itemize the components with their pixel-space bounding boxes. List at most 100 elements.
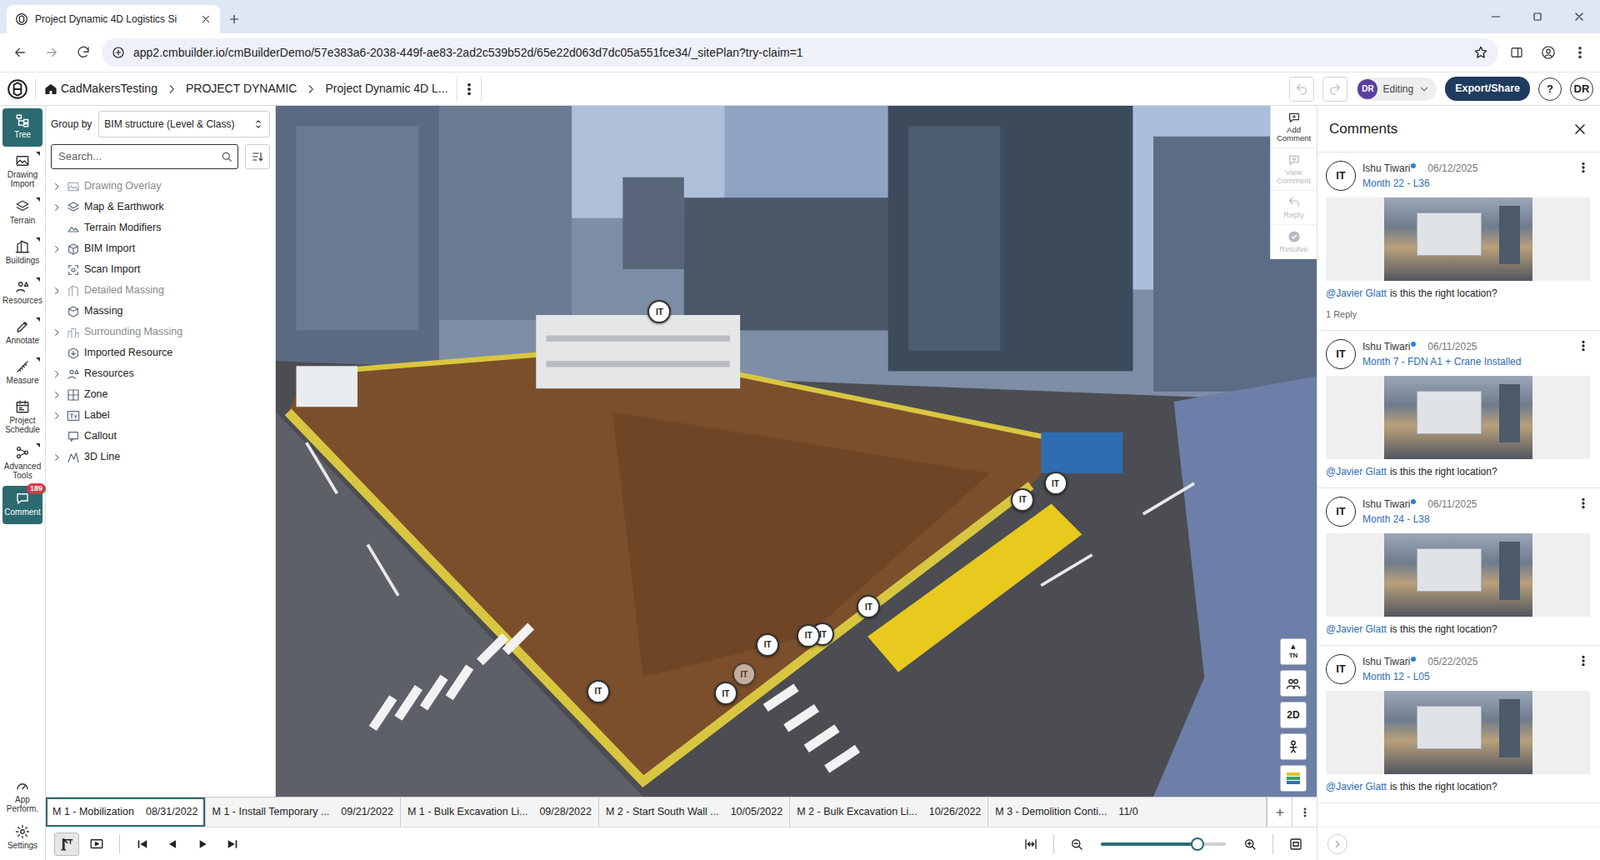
timeline-item[interactable]: M 1 - Mobilization08/31/2022 — [45, 797, 206, 827]
bookmark-star-icon[interactable] — [1473, 45, 1489, 60]
comment-tool-button[interactable]: Add Comment — [1270, 105, 1317, 149]
expand-chevron-icon[interactable] — [50, 452, 63, 463]
expand-chevron-icon[interactable] — [50, 202, 63, 213]
tree-item[interactable]: 3D Line — [50, 446, 270, 468]
tree-item[interactable]: Scan Import — [50, 259, 270, 280]
project-menu-button[interactable] — [456, 76, 482, 102]
view-toggle-button[interactable] — [84, 832, 110, 856]
mention[interactable]: @Javier Glatt — [1325, 465, 1387, 478]
tree-item[interactable]: Massing — [50, 300, 270, 322]
tree-item[interactable]: Drawing Overlay — [50, 175, 270, 197]
comment-pin[interactable]: IT — [856, 595, 880, 619]
comment-tool-button[interactable]: View Comment — [1270, 148, 1317, 191]
zoom-slider[interactable] — [1100, 842, 1226, 846]
maximize-button[interactable] — [1516, 0, 1559, 34]
tree-item[interactable]: Zone — [50, 384, 270, 405]
address-bar[interactable]: app2.cmbuilder.io/cmBuilderDemo/57e383a6… — [101, 38, 1499, 67]
browser-tab[interactable]: Project Dynamic 4D Logistics Si — [6, 5, 220, 34]
close-tab-icon[interactable] — [200, 13, 212, 25]
rail-button[interactable]: Project Schedule — [2, 394, 43, 439]
rail-button[interactable]: Buildings — [2, 234, 43, 273]
rail-button[interactable]: Comment189 — [2, 485, 43, 525]
app-logo[interactable] — [6, 78, 36, 100]
mention[interactable]: @Javier Glatt — [1325, 780, 1387, 793]
reload-button[interactable] — [70, 39, 97, 66]
3d-viewport[interactable]: ITITITITITITITITITITAdd CommentView Comm… — [275, 105, 1317, 797]
search-input[interactable] — [50, 144, 239, 170]
close-comments-button[interactable] — [1571, 120, 1589, 138]
sort-button[interactable] — [245, 144, 270, 170]
expand-chevron-icon[interactable] — [50, 244, 63, 255]
timeline-menu-button[interactable] — [1291, 797, 1317, 827]
tree-item[interactable]: Detailed Massing — [50, 280, 270, 301]
tree-item[interactable]: Surrounding Massing — [50, 321, 270, 343]
group-by-select[interactable]: BIM structure (Level & Class) — [98, 110, 270, 138]
comment-tool-button[interactable]: Reply — [1270, 190, 1317, 225]
rail-button[interactable]: Drawing Import — [2, 148, 43, 193]
expand-chevron-icon[interactable] — [50, 410, 63, 421]
timeline-item[interactable]: M 2 - Bulk Excavation Li...10/26/2022 — [790, 797, 989, 827]
profile-button[interactable] — [1535, 39, 1562, 66]
help-button[interactable]: ? — [1538, 77, 1562, 101]
tree-item[interactable]: Resources — [50, 363, 270, 385]
comment-pin[interactable]: IT — [796, 624, 820, 648]
comment-snapshot[interactable] — [1325, 197, 1590, 281]
minimize-button[interactable] — [1475, 0, 1517, 34]
timeline-item[interactable]: M 1 - Bulk Excavation Li...09/28/2022 — [400, 797, 600, 827]
rail-button[interactable]: Measure — [2, 354, 43, 393]
skip-start-button[interactable] — [130, 832, 155, 856]
kebab-icon[interactable] — [1576, 654, 1590, 668]
new-tab-button[interactable] — [220, 5, 249, 34]
previous-button[interactable] — [160, 832, 185, 856]
tree-item[interactable]: BIM Import — [50, 238, 270, 260]
comment-pin[interactable]: IT — [732, 662, 756, 686]
kebab-icon[interactable] — [1576, 496, 1590, 510]
mention[interactable]: @Javier Glatt — [1325, 287, 1387, 300]
reply-count[interactable]: 1 Reply — [1325, 307, 1590, 322]
redo-button[interactable] — [1322, 76, 1348, 102]
comment-pin[interactable]: IT — [714, 681, 738, 705]
comment-milestone-link[interactable]: Month 7 - FDN A1 + Crane Installed — [1362, 354, 1570, 370]
comment-card[interactable]: ITIshu Tiwari06/12/2025Month 22 - L36@Ja… — [1317, 152, 1600, 331]
view-control-button[interactable]: TN — [1280, 638, 1307, 665]
comment-pin[interactable]: IT — [1044, 471, 1068, 495]
rail-button[interactable]: App Perform. — [2, 773, 43, 818]
browser-menu-button[interactable] — [1566, 39, 1594, 66]
view-control-button[interactable] — [1280, 765, 1307, 792]
tree-item[interactable]: Map & Earthwork — [50, 196, 270, 218]
comment-snapshot[interactable] — [1325, 533, 1590, 617]
zoom-out-button[interactable] — [1064, 832, 1090, 856]
comment-pin[interactable]: IT — [586, 680, 610, 704]
rail-button[interactable]: Settings — [2, 819, 43, 858]
comment-pin[interactable]: IT — [1010, 488, 1035, 512]
export-share-button[interactable]: Export/Share — [1445, 76, 1530, 101]
back-button[interactable] — [6, 39, 34, 66]
comment-snapshot[interactable] — [1325, 375, 1590, 460]
view-control-button[interactable] — [1280, 733, 1307, 760]
capture-button[interactable] — [1283, 832, 1309, 856]
view-control-button[interactable] — [1280, 670, 1307, 697]
zoom-in-button[interactable] — [1237, 832, 1263, 856]
expand-panel-button[interactable] — [1327, 834, 1348, 855]
timeline-item[interactable]: M 1 - Install Temporary ...09/21/2022 — [205, 797, 401, 827]
zoom-handle[interactable] — [1190, 837, 1205, 851]
rail-button[interactable]: Annotate — [2, 314, 43, 353]
forward-button[interactable] — [38, 39, 65, 66]
comment-snapshot[interactable] — [1325, 690, 1590, 775]
comment-tool-button[interactable]: Resolve — [1270, 225, 1317, 260]
mode-dropdown[interactable]: DREditing — [1355, 77, 1437, 101]
comment-pin[interactable]: IT — [755, 633, 780, 657]
tree-item[interactable]: Imported Resource — [50, 342, 270, 364]
tree-item[interactable]: Terrain Modifiers — [50, 217, 270, 239]
expand-chevron-icon[interactable] — [50, 181, 63, 192]
add-milestone-button[interactable] — [1266, 797, 1292, 827]
view-control-button[interactable]: 2D — [1280, 701, 1307, 729]
comment-milestone-link[interactable]: Month 12 - L05 — [1362, 669, 1570, 685]
breadcrumb-item[interactable]: CadMakersTesting — [44, 80, 158, 98]
expand-chevron-icon[interactable] — [50, 285, 63, 296]
breadcrumb-item[interactable]: Project Dynamic 4D L... — [325, 80, 448, 98]
timeline-item[interactable]: M 2 - Start South Wall ...10/05/2022 — [599, 797, 790, 827]
account-button[interactable]: DR — [1570, 77, 1594, 101]
tree-item[interactable]: Label — [50, 405, 270, 426]
breadcrumb-item[interactable]: PROJECT DYNAMIC — [185, 80, 298, 98]
